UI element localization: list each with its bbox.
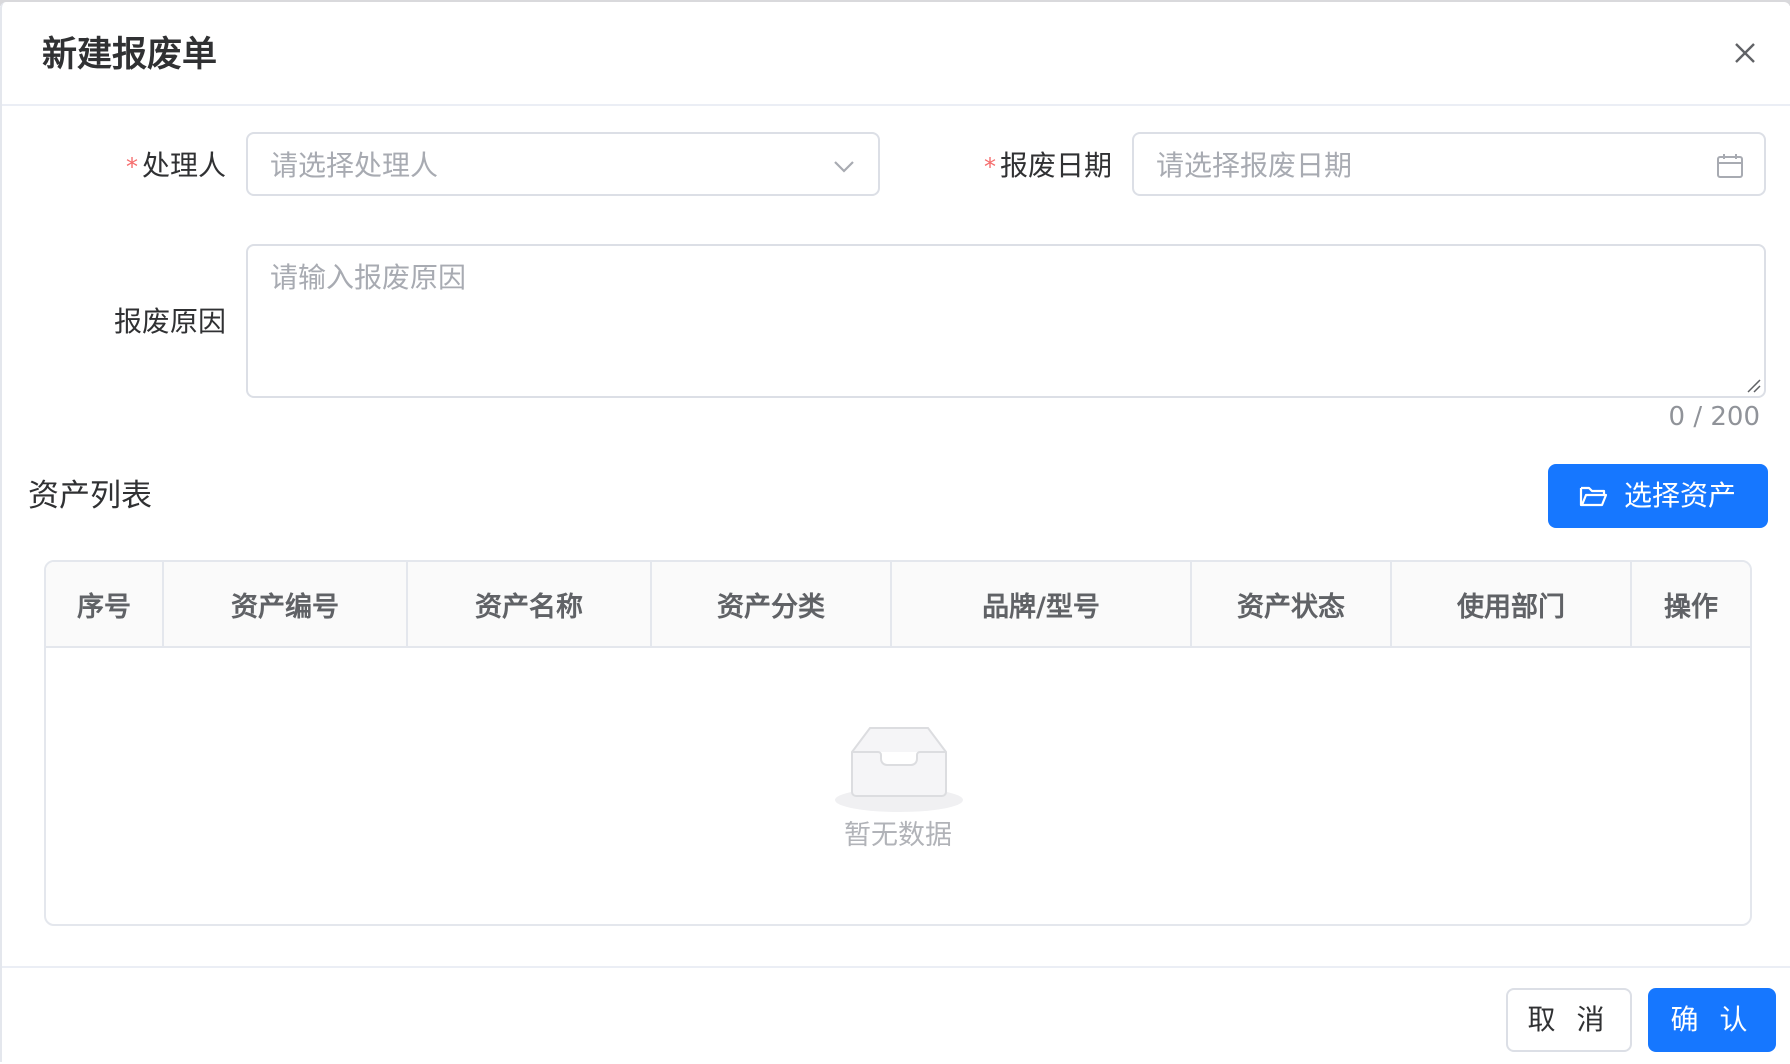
resize-handle-icon[interactable] (1744, 376, 1762, 394)
table-empty-state: 暂无数据 (46, 648, 1750, 924)
select-assets-button[interactable]: 选择资产 (1548, 464, 1768, 528)
cancel-button[interactable]: 取 消 (1506, 988, 1632, 1052)
column-header-asset-name: 资产名称 (408, 562, 652, 646)
close-icon (1735, 43, 1755, 63)
table-header: 序号 资产编号 资产名称 资产分类 品牌/型号 资产状态 使用部门 操作 (46, 562, 1750, 648)
scrap-date-placeholder: 请选择报废日期 (1156, 149, 1353, 182)
column-header-asset-category: 资产分类 (652, 562, 892, 646)
dialog-header: 新建报废单 (2, 2, 1790, 106)
column-header-asset-code: 资产编号 (164, 562, 408, 646)
reason-placeholder: 请输入报废原因 (270, 261, 467, 294)
reason-char-counter: 0 / 200 (1668, 402, 1760, 432)
asset-table: 序号 资产编号 资产名称 资产分类 品牌/型号 资产状态 使用部门 操作 暂无数… (44, 560, 1752, 926)
reason-label: 报废原因 (114, 305, 227, 338)
column-header-index: 序号 (46, 562, 164, 646)
column-header-brand-model: 品牌/型号 (892, 562, 1192, 646)
scrap-order-dialog: 新建报废单 * 处理人 请选择处理人 * 报废日期 请选择报废日期 报废原因 请输 (0, 2, 1790, 1062)
folder-open-icon (1579, 486, 1608, 507)
confirm-button[interactable]: 确 认 (1648, 988, 1776, 1052)
column-header-actions: 操作 (1664, 591, 1718, 623)
reason-textarea[interactable]: 请输入报废原因 (246, 244, 1766, 398)
scrap-date-picker[interactable]: 请选择报废日期 (1132, 132, 1766, 196)
scrap-date-label: * 报废日期 (984, 149, 1113, 182)
required-mark: * (984, 153, 996, 181)
asset-list-title: 资产列表 (28, 478, 152, 514)
empty-inbox-icon (835, 727, 963, 812)
handler-placeholder: 请选择处理人 (270, 149, 439, 182)
column-header-asset-status: 资产状态 (1192, 562, 1392, 646)
select-assets-label: 选择资产 (1624, 479, 1737, 512)
chevron-down-icon (834, 161, 854, 173)
dialog-title: 新建报废单 (42, 35, 218, 75)
handler-label: * 处理人 (126, 149, 227, 182)
column-header-department: 使用部门 (1392, 562, 1632, 646)
close-button[interactable] (1728, 36, 1762, 70)
required-mark: * (126, 153, 138, 181)
calendar-icon (1717, 154, 1743, 178)
handler-select[interactable]: 请选择处理人 (246, 132, 880, 196)
dialog-footer: 取 消 确 认 (2, 966, 1790, 1064)
empty-text: 暂无数据 (844, 820, 952, 851)
